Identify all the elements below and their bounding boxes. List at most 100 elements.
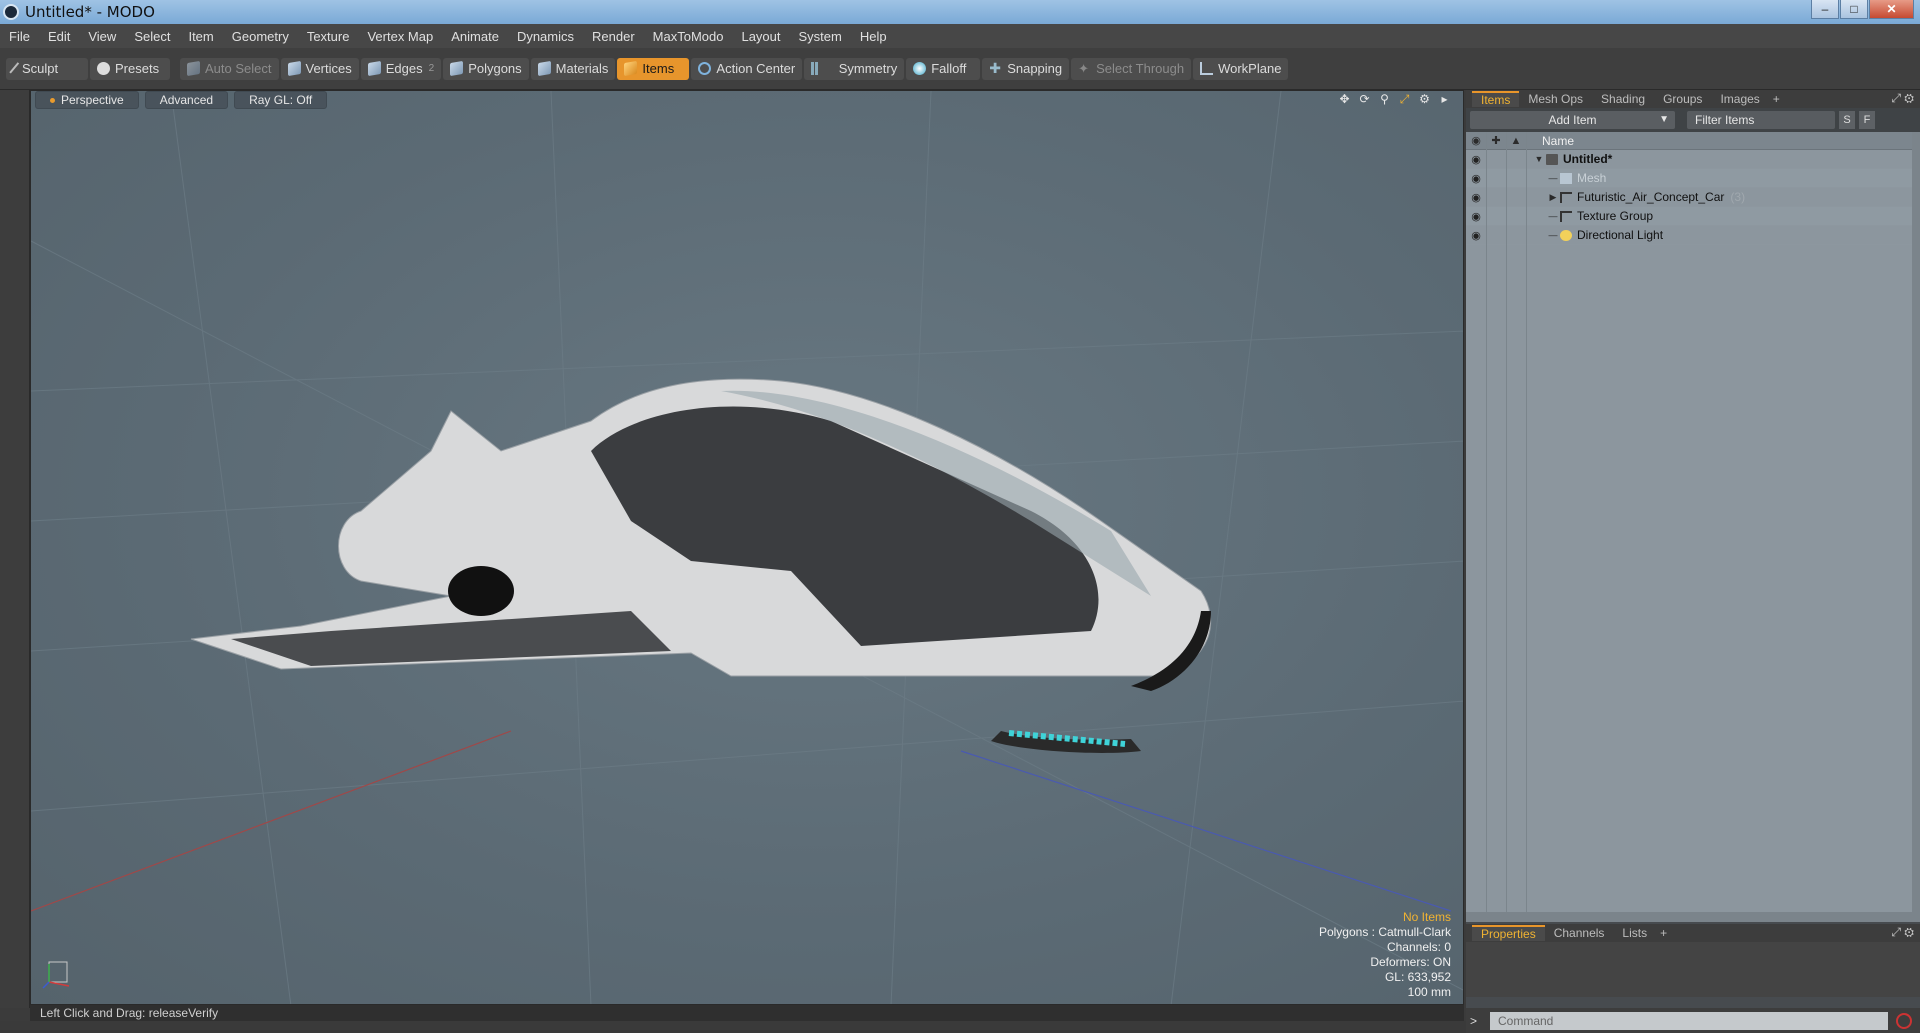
menu-dynamics[interactable]: Dynamics [508, 29, 583, 44]
add-item-dropdown[interactable]: Add Item ▼ [1470, 111, 1675, 129]
materials-button[interactable]: Materials [530, 57, 616, 80]
edges-button[interactable]: Edges 2 [360, 57, 442, 80]
menu-maxtomodo[interactable]: MaxToModo [644, 29, 733, 44]
menu-layout[interactable]: Layout [732, 29, 789, 44]
s-button[interactable]: S [1839, 111, 1855, 129]
add-properties-tab-button[interactable]: + [1656, 926, 1671, 940]
action-center-button[interactable]: Action Center [691, 57, 803, 80]
record-icon[interactable] [1896, 1012, 1912, 1029]
modo-app-icon [3, 4, 19, 20]
pan-icon[interactable]: ✥ [1338, 93, 1351, 106]
menu-texture[interactable]: Texture [298, 29, 359, 44]
minimize-button[interactable]: – [1811, 0, 1839, 19]
menu-item[interactable]: Item [179, 29, 222, 44]
menu-vertex-map[interactable]: Vertex Map [358, 29, 442, 44]
sculpt-button[interactable]: Sculpt [6, 57, 88, 80]
left-tool-strip [0, 90, 30, 1008]
rotate-icon[interactable]: ⟳ [1358, 93, 1371, 106]
command-input[interactable]: Command [1490, 1011, 1888, 1030]
properties-area [1466, 942, 1920, 997]
viewport-header: Perspective Advanced Ray GL: Off [31, 91, 1463, 109]
eye-icon[interactable]: ◉ [1466, 153, 1486, 166]
maximize-button[interactable]: □ [1840, 0, 1868, 19]
symmetry-button[interactable]: Symmetry [804, 57, 905, 80]
items-toolbar: Add Item ▼ Filter Items S F [1466, 108, 1920, 132]
axis-gizmo-icon [42, 961, 70, 989]
presets-button[interactable]: Presets [90, 57, 170, 80]
zoom-icon[interactable]: ⚲ [1378, 93, 1391, 106]
scale-info: 100 mm [1407, 985, 1451, 999]
tree-row[interactable]: ◉ — Texture Group [1466, 207, 1920, 226]
tab-images[interactable]: Images [1711, 92, 1768, 106]
menu-file[interactable]: File [0, 29, 39, 44]
perspective-tab[interactable]: Perspective [35, 91, 139, 109]
viewport-menu-icon[interactable]: ▸ [1438, 93, 1451, 106]
expand-triangle-icon[interactable]: ▼ [1532, 154, 1546, 164]
tree-row[interactable]: ◉ ▶ Futuristic_Air_Concept_Car (3) [1466, 188, 1920, 207]
polygons-button[interactable]: Polygons [443, 57, 529, 80]
menu-system[interactable]: System [790, 29, 851, 44]
tree-scrollbar[interactable] [1912, 132, 1920, 922]
tree-row[interactable]: ◉ ▼ Untitled* [1466, 150, 1920, 169]
workplane-button[interactable]: WorkPlane [1193, 57, 1289, 80]
snapping-button[interactable]: ✚ Snapping [982, 57, 1070, 80]
texture-group-icon [1560, 210, 1572, 222]
tab-groups[interactable]: Groups [1654, 92, 1711, 106]
visibility-column-icon[interactable]: ◉ [1466, 134, 1486, 147]
viewport-info-overlay: No Items Polygons : Catmull-Clark Channe… [1319, 910, 1451, 1000]
eye-icon[interactable]: ◉ [1466, 210, 1486, 223]
lock-column-icon[interactable]: ✚ [1486, 134, 1506, 147]
f-button[interactable]: F [1859, 111, 1875, 129]
locator-icon [1560, 191, 1572, 203]
tab-lists[interactable]: Lists [1613, 926, 1656, 940]
auto-select-button[interactable]: Auto Select [180, 57, 279, 80]
panel-options-icon[interactable]: ⤢ ⚙ [1891, 91, 1914, 106]
channels-info: Channels: 0 [1386, 940, 1451, 954]
advanced-tab[interactable]: Advanced [144, 91, 229, 109]
eye-icon[interactable]: ◉ [1466, 191, 1486, 204]
viewport-settings-icon[interactable]: ⚙ [1418, 93, 1431, 106]
workplane-icon [1200, 62, 1214, 75]
add-tab-button[interactable]: + [1769, 92, 1784, 106]
items-button[interactable]: Items [617, 57, 690, 80]
tab-channels[interactable]: Channels [1545, 926, 1614, 940]
menu-render[interactable]: Render [583, 29, 644, 44]
tree-row[interactable]: ◉ — Directional Light [1466, 226, 1920, 245]
eye-icon[interactable]: ◉ [1466, 229, 1486, 242]
tab-properties[interactable]: Properties [1472, 925, 1545, 941]
menu-help[interactable]: Help [851, 29, 896, 44]
select-through-icon: ✦ [1078, 61, 1090, 76]
render-column-icon[interactable]: ▲ [1506, 135, 1526, 147]
edges-count: 2 [428, 63, 435, 74]
menu-animate[interactable]: Animate [442, 29, 508, 44]
falloff-button[interactable]: Falloff [906, 57, 981, 80]
name-column-header[interactable]: Name [1526, 134, 1574, 148]
vertices-button[interactable]: Vertices [280, 57, 359, 80]
3d-viewport[interactable]: Perspective Advanced Ray GL: Off ✥ ⟳ ⚲ ⤢… [30, 90, 1464, 1005]
items-icon [624, 60, 638, 77]
expand-triangle-icon[interactable]: ▶ [1546, 192, 1560, 203]
filter-items-input[interactable]: Filter Items [1687, 111, 1835, 129]
mesh-icon [1560, 172, 1572, 184]
maximize-viewport-icon[interactable]: ⤢ [1398, 93, 1411, 106]
select-through-button[interactable]: ✦ Select Through [1071, 57, 1192, 80]
tree-row[interactable]: ◉ — Mesh [1466, 169, 1920, 188]
menu-select[interactable]: Select [125, 29, 179, 44]
air-car-model[interactable] [190, 378, 1212, 753]
light-icon [1560, 229, 1572, 241]
viewport-nav-icons: ✥ ⟳ ⚲ ⤢ ⚙ ▸ [1331, 93, 1451, 106]
tab-shading[interactable]: Shading [1592, 92, 1654, 106]
properties-options-icon[interactable]: ⤢ ⚙ [1891, 925, 1914, 940]
falloff-icon [913, 62, 927, 75]
view-options-icon [50, 98, 55, 104]
eye-icon[interactable]: ◉ [1466, 172, 1486, 185]
tab-mesh-ops[interactable]: Mesh Ops [1519, 92, 1592, 106]
tree-horizontal-scrollbar[interactable] [1466, 912, 1920, 922]
properties-panel-tabs: Properties Channels Lists + ⤢ ⚙ [1466, 924, 1920, 942]
ray-gl-tab[interactable]: Ray GL: Off [234, 91, 328, 109]
menu-geometry[interactable]: Geometry [223, 29, 298, 44]
menu-edit[interactable]: Edit [39, 29, 79, 44]
close-button[interactable]: ✕ [1869, 0, 1914, 19]
tab-items[interactable]: Items [1472, 91, 1520, 107]
menu-view[interactable]: View [79, 29, 125, 44]
